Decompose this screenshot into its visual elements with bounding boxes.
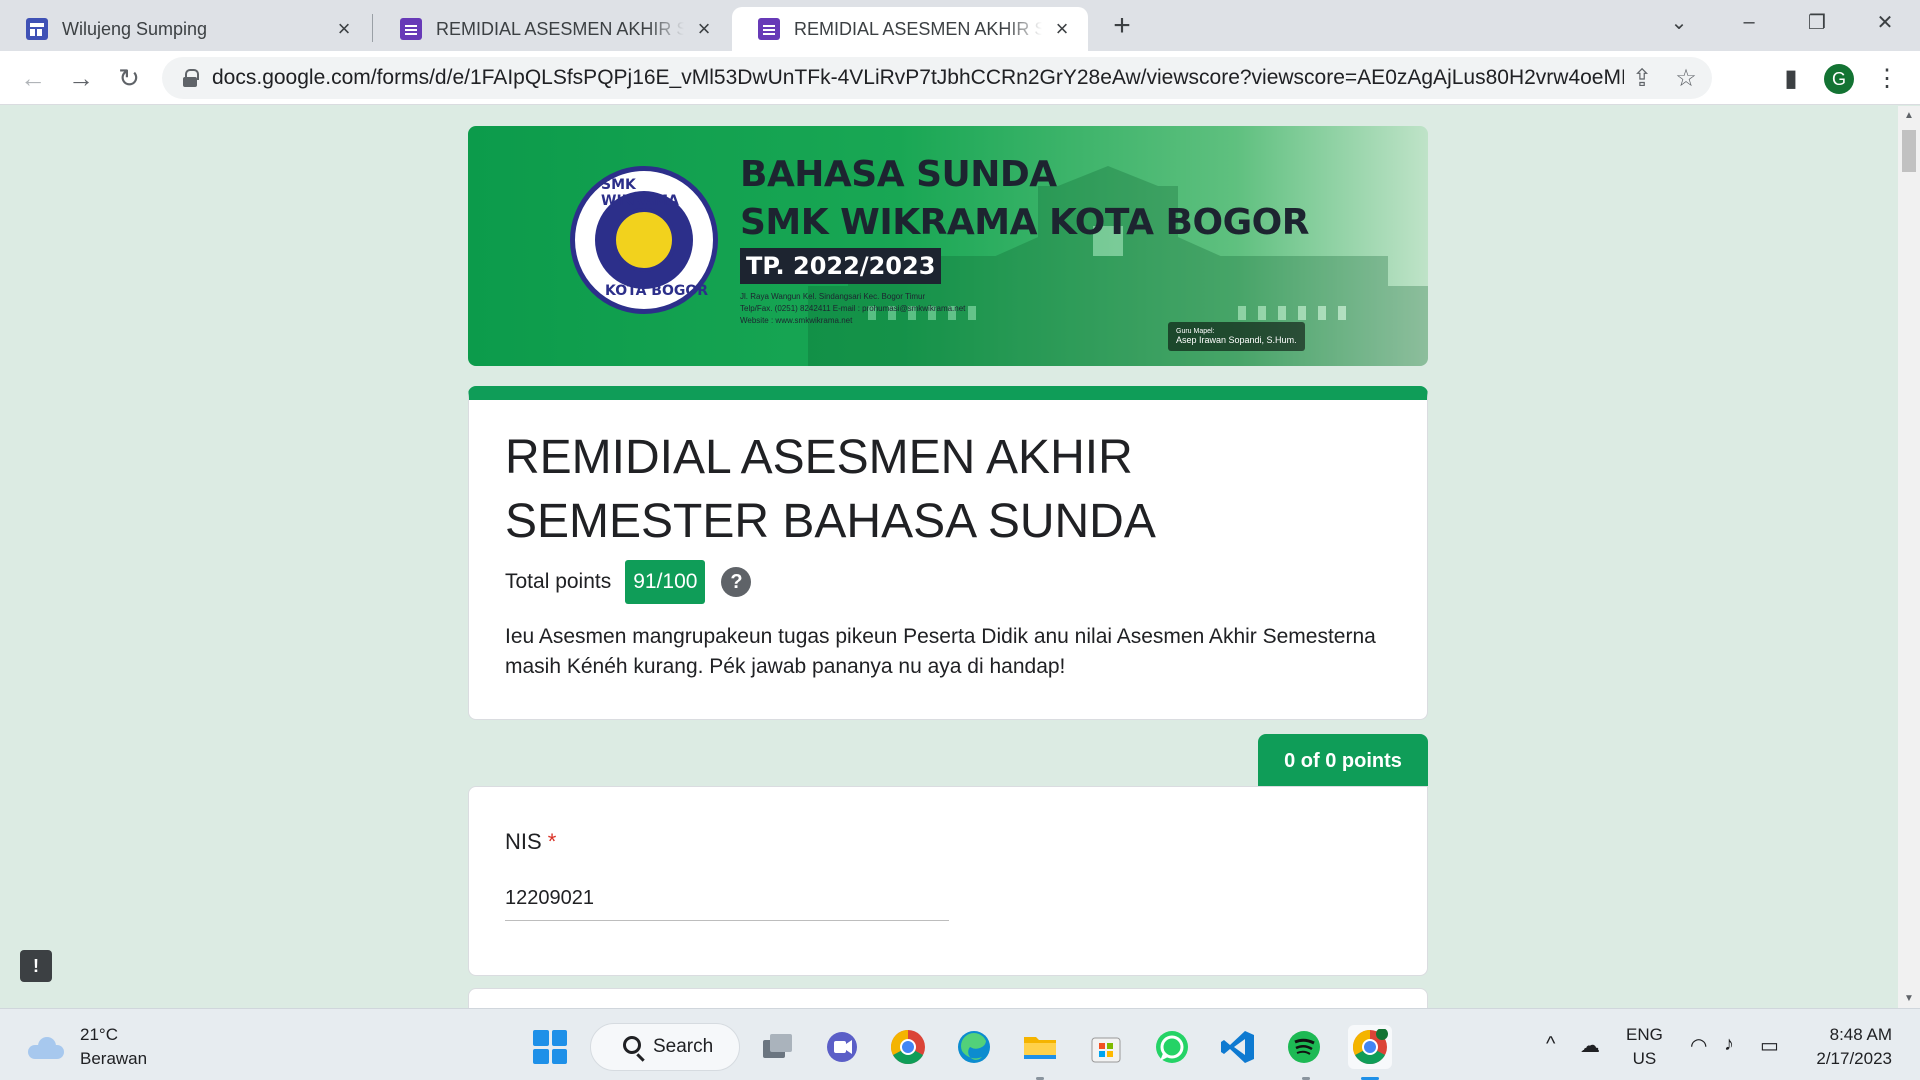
weather-temp: 21°C <box>80 1025 118 1044</box>
close-tab-icon[interactable]: × <box>332 16 356 41</box>
microsoft-store-icon[interactable] <box>1084 1025 1128 1069</box>
question-title: NIS <box>505 829 542 854</box>
school-logo: SMK WIKRAMA KOTA BOGOR <box>570 166 718 314</box>
scrollbar-thumb[interactable] <box>1902 130 1916 172</box>
clock-date: 2/17/2023 <box>1816 1049 1892 1068</box>
tab-remidial-1[interactable]: REMIDIAL ASESMEN AKHIR SEMESTER × <box>374 7 730 51</box>
scroll-up-icon[interactable]: ▲ <box>1904 110 1914 121</box>
question-card-nis: NIS * 12209021 <box>468 786 1428 976</box>
total-points-label: Total points <box>505 570 612 593</box>
tab-search-chevron-icon[interactable]: ⌄ <box>1644 0 1714 44</box>
battery-icon[interactable]: ▭ <box>1760 1033 1779 1058</box>
cloud-icon <box>26 1035 66 1059</box>
banner-website: Website : www.smkwikrama.net <box>740 316 853 325</box>
share-icon[interactable]: ⇪ <box>1624 60 1660 96</box>
volume-icon[interactable]: ♪ <box>1724 1033 1734 1056</box>
lang-line2: US <box>1632 1049 1657 1068</box>
tab-remidial-active[interactable]: REMIDIAL ASESMEN AKHIR SEMESTER × <box>732 7 1088 51</box>
minimize-button[interactable]: – <box>1714 0 1784 44</box>
close-window-button[interactable]: ✕ <box>1850 0 1920 44</box>
banner-contact: Telp/Fax. (0251) 8242411 E-mail : prohum… <box>740 304 966 313</box>
new-tab-button[interactable]: + <box>1108 9 1136 42</box>
chrome-profile-icon[interactable] <box>1348 1025 1392 1069</box>
side-panel-icon[interactable]: ▮ <box>1776 63 1806 93</box>
total-points-row: Total points 91/100 ? <box>505 560 752 604</box>
restore-button[interactable]: ❐ <box>1782 0 1852 44</box>
clock-time: 8:48 AM <box>1829 1025 1892 1044</box>
spotify-icon[interactable] <box>1282 1025 1326 1069</box>
lock-icon[interactable] <box>182 69 199 87</box>
scroll-down-icon[interactable]: ▼ <box>1904 993 1914 1004</box>
google-forms-icon <box>400 18 422 40</box>
tab-label: Wilujeng Sumping <box>62 18 208 39</box>
form-page: SMK WIKRAMA KOTA BOGOR BAHASA SUNDA SMK … <box>0 106 1920 1008</box>
form-description: Ieu Asesmen mangrupakeun tugas pikeun Pe… <box>505 625 1376 678</box>
required-asterisk: * <box>547 829 557 854</box>
vscode-icon[interactable] <box>1216 1025 1260 1069</box>
menu-kebab-icon[interactable]: ⋮ <box>1872 63 1902 93</box>
address-bar[interactable]: docs.google.com/forms/d/e/1FAIpQLSfsPQPj… <box>162 57 1712 99</box>
help-icon[interactable]: ? <box>721 567 752 597</box>
task-view-icon[interactable] <box>756 1025 800 1069</box>
teacher-name: Asep Irawan Sopandi, S.Hum. <box>1176 335 1297 345</box>
teams-chat-icon[interactable] <box>820 1025 864 1069</box>
wifi-icon[interactable]: ◠ <box>1690 1033 1707 1058</box>
report-feedback-icon[interactable]: ! <box>20 950 52 982</box>
profile-avatar[interactable]: G <box>1824 64 1854 94</box>
banner-title-line2: SMK WIKRAMA KOTA BOGOR <box>740 202 1309 243</box>
back-arrow-icon[interactable]: ← <box>18 63 48 93</box>
banner-title-line1: BAHASA SUNDA <box>740 154 1057 195</box>
file-explorer-icon[interactable] <box>1018 1025 1062 1069</box>
total-points-badge: 91/100 <box>625 560 706 604</box>
lang-line1: ENG <box>1626 1025 1663 1044</box>
google-forms-icon <box>758 18 780 40</box>
weather-desc: Berawan <box>80 1049 148 1068</box>
tab-wilujeng-sumping[interactable]: Wilujeng Sumping × <box>0 7 370 51</box>
bookmark-star-icon[interactable]: ☆ <box>1668 60 1704 96</box>
edge-icon[interactable] <box>952 1025 996 1069</box>
search-icon <box>623 1036 641 1054</box>
weather-widget[interactable]: 21°C Berawan <box>26 1023 147 1071</box>
tab-label: REMIDIAL ASESMEN AKHIR SEMESTER <box>436 18 684 39</box>
next-question-card <box>468 988 1428 1008</box>
forward-arrow-icon[interactable]: → <box>66 63 96 93</box>
tab-strip: Wilujeng Sumping × REMIDIAL ASESMEN AKHI… <box>0 0 1920 51</box>
logo-top-text: SMK WIKRAMA <box>601 177 679 209</box>
reload-icon[interactable]: ↻ <box>114 63 144 93</box>
form-header-banner: SMK WIKRAMA KOTA BOGOR BAHASA SUNDA SMK … <box>468 126 1428 366</box>
tab-label: REMIDIAL ASESMEN AKHIR SEMESTER <box>794 18 1042 39</box>
browser-toolbar: ← → ↻ docs.google.com/forms/d/e/1FAIpQLS… <box>0 51 1920 105</box>
close-tab-icon[interactable]: × <box>1050 16 1074 41</box>
teacher-badge: Guru Mapel: Asep Irawan Sopandi, S.Hum. <box>1168 322 1305 351</box>
tab-separator <box>372 14 373 42</box>
system-clock[interactable]: 8:48 AM 2/17/2023 <box>1806 1023 1892 1071</box>
show-hidden-icons-chevron-icon[interactable]: ^ <box>1546 1033 1555 1056</box>
start-button[interactable] <box>528 1025 572 1069</box>
chrome-icon[interactable] <box>886 1025 930 1069</box>
question-label: NIS * <box>505 829 556 855</box>
google-sites-icon <box>26 18 48 40</box>
banner-address: Jl. Raya Wangun Kel. Sindangsari Kec. Bo… <box>740 292 926 301</box>
logo-bottom-text: KOTA BOGOR <box>605 283 709 299</box>
question-answer: 12209021 <box>505 881 949 921</box>
section-points-badge: 0 of 0 points <box>1258 734 1428 788</box>
windows-logo-icon <box>533 1030 567 1064</box>
form-title: REMIDIAL ASESMEN AKHIR SEMESTER BAHASA S… <box>505 431 1156 548</box>
url-text[interactable]: docs.google.com/forms/d/e/1FAIpQLSfsPQPj… <box>212 66 1624 90</box>
onedrive-icon[interactable]: ☁ <box>1580 1033 1600 1058</box>
search-label: Search <box>653 1036 714 1057</box>
banner-year: TP. 2022/2023 <box>740 248 942 284</box>
form-title-card: REMIDIAL ASESMEN AKHIR SEMESTER BAHASA S… <box>468 386 1428 720</box>
page-scrollbar[interactable]: ▲ ▼ <box>1898 106 1920 1008</box>
taskbar-search[interactable]: Search <box>590 1023 740 1071</box>
whatsapp-icon[interactable] <box>1150 1025 1194 1069</box>
close-tab-icon[interactable]: × <box>692 16 716 41</box>
teacher-label: Guru Mapel: <box>1176 328 1215 335</box>
language-indicator[interactable]: ENG US <box>1626 1023 1663 1071</box>
windows-taskbar: 21°C Berawan Search ^ ☁ ENG US ◠ ♪ ▭ 8:4… <box>0 1008 1920 1080</box>
